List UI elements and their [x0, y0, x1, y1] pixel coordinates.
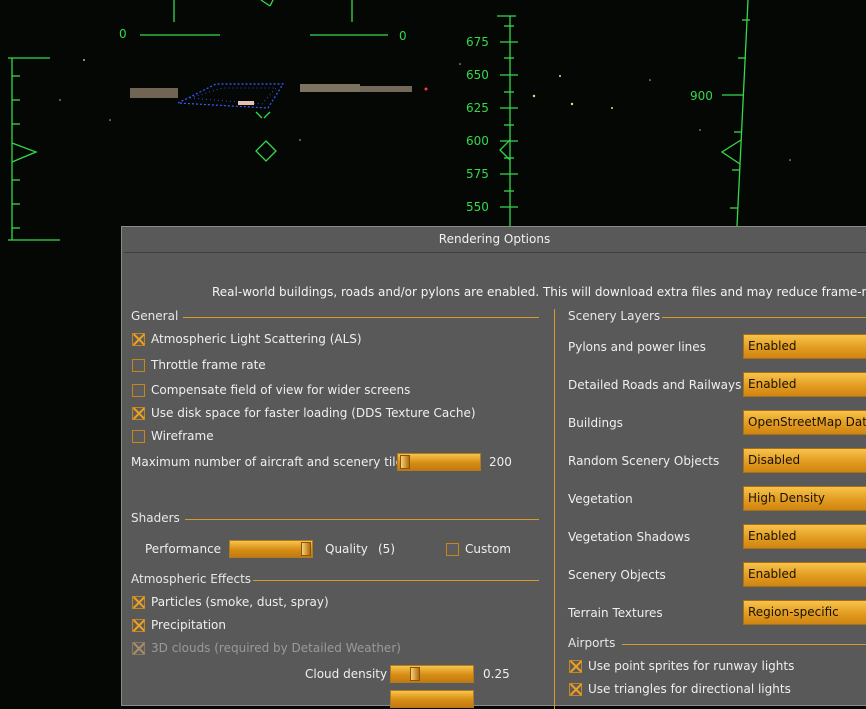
buildings-label: Buildings — [568, 416, 623, 430]
altitude-tape — [497, 15, 518, 226]
terrain-textures-label: Terrain Textures — [568, 606, 663, 620]
atmospheric-section-header: Atmospheric Effects — [131, 572, 539, 588]
shaders-section-title: Shaders — [131, 511, 180, 525]
vegetation-label: Vegetation — [568, 492, 633, 506]
section-divider — [185, 519, 539, 520]
column-divider — [554, 309, 555, 709]
dds-cache-label: Use disk space for faster loading (DDS T… — [151, 406, 476, 420]
vegetation-shadows-label: Vegetation Shadows — [568, 530, 691, 544]
als-checkbox[interactable] — [132, 333, 145, 346]
throttle-frame-rate-label: Throttle frame rate — [151, 358, 266, 372]
altitude-tick-600: 600 — [466, 134, 489, 148]
shader-quality-slider[interactable] — [229, 540, 313, 558]
cloud-density-slider[interactable] — [390, 665, 474, 683]
pylons-label: Pylons and power lines — [568, 340, 706, 354]
max-tiles-slider[interactable] — [397, 453, 481, 471]
cloud-visibility-slider[interactable] — [390, 690, 474, 708]
altitude-tick-675: 675 — [466, 35, 489, 49]
compensate-fov-label: Compensate field of view for wider scree… — [151, 383, 411, 397]
wireframe-checkbox[interactable] — [132, 430, 145, 443]
altitude-tick-575: 575 — [466, 167, 489, 181]
particles-label: Particles (smoke, dust, spray) — [151, 595, 329, 609]
precipitation-checkbox[interactable] — [132, 619, 145, 632]
cloud-density-value: 0.25 — [483, 667, 510, 681]
title-divider — [124, 252, 866, 253]
general-section-title: General — [131, 309, 179, 323]
custom-shaders-label: Custom — [465, 542, 511, 556]
speed-tape — [8, 57, 60, 241]
scenery-section-header: Scenery Layers — [568, 309, 866, 325]
section-divider — [662, 317, 866, 318]
wireframe-label: Wireframe — [151, 429, 214, 443]
precipitation-label: Precipitation — [151, 618, 227, 632]
quality-label: Quality — [325, 542, 368, 556]
max-tiles-value: 200 — [489, 455, 512, 469]
buildings-select[interactable]: OpenStreetMap Data — [743, 410, 866, 435]
custom-shaders-checkbox[interactable] — [446, 543, 459, 556]
particles-checkbox[interactable] — [132, 596, 145, 609]
altitude-tick-625: 625 — [466, 101, 489, 115]
airports-section-header: Airports — [568, 636, 866, 652]
rendering-options-dialog: Rendering Options Real-world buildings, … — [121, 226, 866, 709]
pitch-left-label: 0 — [119, 27, 127, 41]
section-divider — [183, 317, 539, 318]
cloud-density-label: Cloud density — [305, 667, 388, 681]
performance-label: Performance — [145, 542, 222, 556]
pylons-select[interactable]: Enabled — [743, 334, 866, 359]
heading-label: 900 — [690, 89, 713, 103]
als-label: Atmospheric Light Scattering (ALS) — [151, 332, 362, 346]
terrain-textures-select[interactable]: Region-specific — [743, 600, 866, 625]
download-notice: Real-world buildings, roads and/or pylon… — [212, 285, 866, 299]
vertical-speed-scale — [720, 0, 750, 227]
section-divider — [622, 644, 866, 645]
directional-lights-label: Use triangles for directional lights — [588, 682, 791, 696]
3d-clouds-label: 3D clouds (required by Detailed Weather) — [151, 641, 401, 655]
quality-value: (5) — [378, 542, 395, 556]
throttle-frame-rate-checkbox[interactable] — [132, 359, 145, 372]
scenery-objects-select[interactable]: Enabled — [743, 562, 866, 587]
compensate-fov-checkbox[interactable] — [132, 384, 145, 397]
scenery-objects-label: Scenery Objects — [568, 568, 666, 582]
general-section-header: General — [131, 309, 539, 325]
dds-cache-checkbox[interactable] — [132, 407, 145, 420]
directional-lights-checkbox[interactable] — [569, 683, 582, 696]
cloud-density-slider-thumb[interactable] — [409, 667, 420, 681]
3d-clouds-checkbox[interactable] — [132, 642, 145, 655]
airports-section-title: Airports — [568, 636, 616, 650]
point-sprites-checkbox[interactable] — [569, 660, 582, 673]
runway-lights — [59, 59, 791, 161]
max-tiles-label: Maximum number of aircraft and scenery t… — [131, 455, 410, 469]
altitude-tick-650: 650 — [466, 68, 489, 82]
vegetation-select[interactable]: High Density — [743, 486, 866, 511]
dialog-title: Rendering Options — [438, 232, 551, 246]
random-scenery-label: Random Scenery Objects — [568, 454, 720, 468]
point-sprites-label: Use point sprites for runway lights — [588, 659, 795, 673]
pitch-right-label: 0 — [399, 29, 407, 43]
section-divider — [253, 580, 539, 581]
max-tiles-slider-thumb[interactable] — [400, 455, 411, 469]
altitude-tick-550: 550 — [466, 200, 489, 214]
atmospheric-section-title: Atmospheric Effects — [131, 572, 252, 586]
roads-railways-label: Detailed Roads and Railways — [568, 378, 742, 392]
roads-railways-select[interactable]: Enabled — [743, 372, 866, 397]
shaders-section-header: Shaders — [131, 511, 539, 527]
scenery-section-title: Scenery Layers — [568, 309, 661, 323]
pitch-ladder — [140, 0, 388, 162]
vegetation-shadows-select[interactable]: Enabled — [743, 524, 866, 549]
random-scenery-select[interactable]: Disabled — [743, 448, 866, 473]
shader-quality-slider-thumb[interactable] — [301, 542, 311, 556]
